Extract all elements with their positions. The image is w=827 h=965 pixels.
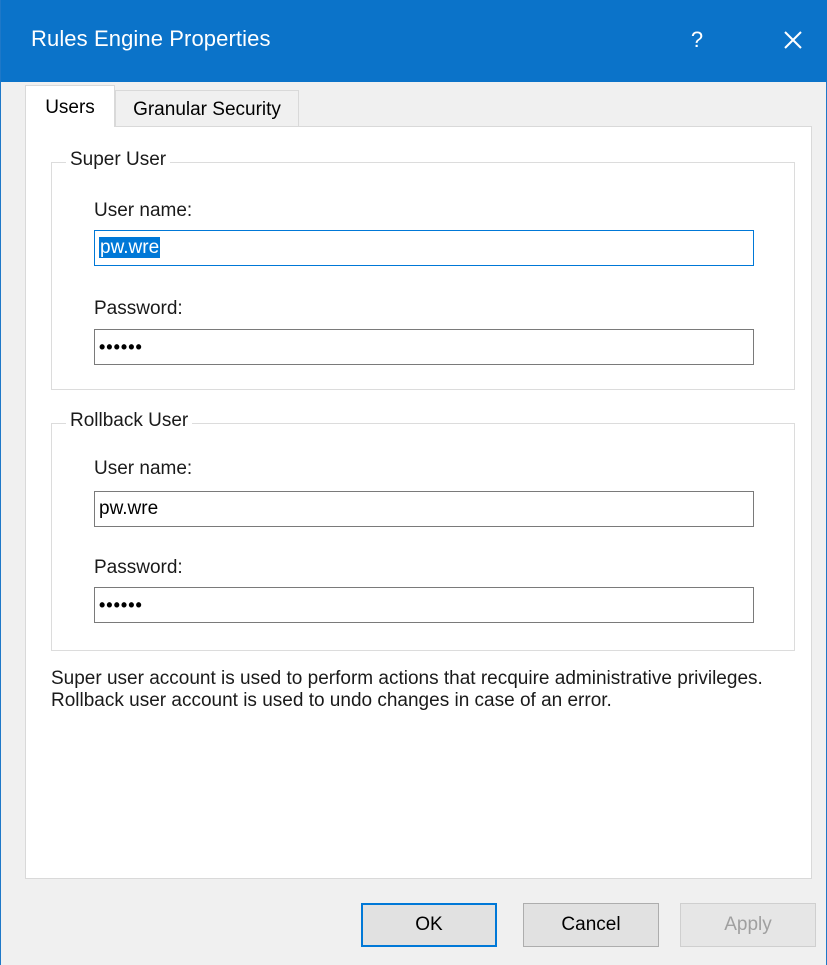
window-title: Rules Engine Properties xyxy=(31,26,271,51)
description-text: Super user account is used to perform ac… xyxy=(51,668,791,712)
close-icon xyxy=(784,31,802,49)
rollback-user-name-label: User name: xyxy=(94,458,193,479)
apply-button[interactable]: Apply xyxy=(680,903,816,947)
dialog-window: Rules Engine Properties ? Users Granular… xyxy=(0,0,827,965)
ok-button[interactable]: OK xyxy=(361,903,497,947)
rollback-user-password-value: •••••• xyxy=(99,595,143,615)
close-button[interactable] xyxy=(773,20,813,60)
description-line-2: Rollback user account is used to undo ch… xyxy=(51,690,612,711)
super-user-name-value: pw.wre xyxy=(99,237,161,258)
rollback-user-name-input[interactable]: pw.wre xyxy=(94,491,754,527)
title-bar[interactable]: Rules Engine Properties ? xyxy=(1,0,827,82)
super-user-password-label: Password: xyxy=(94,298,183,319)
rollback-user-password-input[interactable]: •••••• xyxy=(94,587,754,623)
super-user-password-value: •••••• xyxy=(99,337,143,357)
tab-granular-security[interactable]: Granular Security xyxy=(115,90,299,127)
cancel-button[interactable]: Cancel xyxy=(523,903,659,947)
rollback-user-name-value: pw.wre xyxy=(99,498,159,519)
super-user-password-input[interactable]: •••••• xyxy=(94,329,754,365)
help-button[interactable]: ? xyxy=(677,20,717,60)
rollback-user-group-label: Rollback User xyxy=(66,410,193,432)
description-line-1: Super user account is used to perform ac… xyxy=(51,668,763,689)
rollback-user-password-label: Password: xyxy=(94,557,183,578)
super-user-group-label: Super User xyxy=(66,149,171,171)
super-user-name-label: User name: xyxy=(94,200,193,221)
tab-users[interactable]: Users xyxy=(25,85,115,127)
super-user-name-input[interactable]: pw.wre xyxy=(94,230,754,266)
